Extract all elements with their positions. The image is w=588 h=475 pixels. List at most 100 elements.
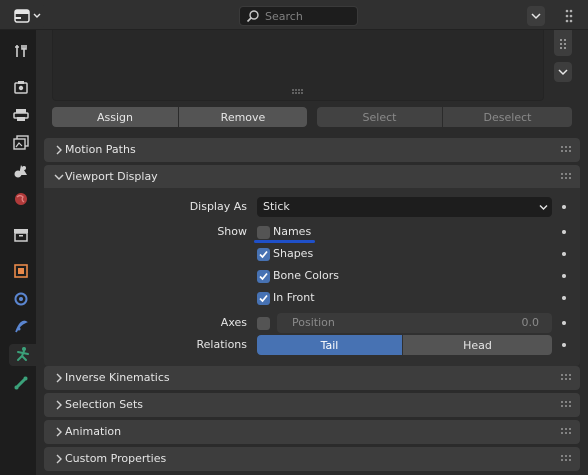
- render-icon: [14, 81, 28, 94]
- in-front-label: In Front: [273, 291, 315, 304]
- drag-handle-icon[interactable]: [560, 427, 574, 437]
- options-icon: [531, 13, 541, 20]
- show-label: Show: [217, 225, 247, 238]
- decorator-dot[interactable]: [562, 252, 566, 256]
- drag-grip-icon[interactable]: [562, 6, 576, 26]
- axes-position-label: Position: [292, 316, 335, 329]
- decorator-dot[interactable]: [562, 205, 566, 209]
- panel-title: Inverse Kinematics: [65, 371, 170, 384]
- tab-bone[interactable]: [8, 372, 34, 394]
- display-as-value: Stick: [263, 200, 290, 213]
- search-icon: [246, 10, 259, 23]
- editor-type-dropdown[interactable]: [8, 5, 46, 27]
- tab-tool[interactable]: [8, 40, 34, 62]
- list-side-controls[interactable]: [554, 30, 572, 56]
- view-layer-icon: [13, 135, 29, 150]
- object-data-armature-icon: [16, 347, 29, 361]
- remove-button[interactable]: Remove: [179, 107, 307, 127]
- checkmark-icon: [259, 250, 268, 259]
- property-tabs: [0, 30, 36, 475]
- search-placeholder: Search: [265, 10, 303, 23]
- drag-handle-icon[interactable]: [560, 373, 574, 383]
- annotation-underline: [254, 240, 315, 243]
- bone-icon: [14, 376, 28, 390]
- panel-title: Motion Paths: [65, 143, 136, 156]
- editor-type-icon: [14, 9, 30, 23]
- tool-icon: [15, 45, 27, 57]
- decorator-dot[interactable]: [562, 274, 566, 278]
- tab-collection[interactable]: [8, 224, 34, 246]
- shapes-checkbox[interactable]: [257, 248, 270, 261]
- panel-header-selection-sets[interactable]: Selection Sets: [44, 393, 580, 417]
- tab-particles[interactable]: [8, 316, 34, 338]
- panel-header-motion-paths[interactable]: Motion Paths: [44, 138, 580, 162]
- panel-header-inverse-kinematics[interactable]: Inverse Kinematics: [44, 366, 580, 390]
- tab-view-layer[interactable]: [8, 132, 34, 154]
- deselect-button[interactable]: Deselect: [443, 107, 572, 127]
- decorator-dot[interactable]: [562, 296, 566, 300]
- panel-header-animation[interactable]: Animation: [44, 420, 580, 444]
- relations-tail-button[interactable]: Tail: [257, 335, 402, 355]
- shapes-label: Shapes: [273, 247, 314, 260]
- chevron-down-icon: [558, 69, 568, 76]
- grip-icon: [560, 39, 566, 49]
- axes-checkbox[interactable]: [257, 317, 270, 330]
- properties-header: Search: [0, 0, 588, 30]
- decorator-dot[interactable]: [562, 321, 566, 325]
- names-checkbox[interactable]: [257, 226, 270, 239]
- panel-title: Selection Sets: [65, 398, 143, 411]
- tab-scene[interactable]: [8, 160, 34, 182]
- output-icon: [13, 109, 29, 121]
- bone-colors-label: Bone Colors: [273, 269, 339, 282]
- options-button[interactable]: [527, 6, 545, 26]
- panel-title: Custom Properties: [65, 452, 167, 465]
- list-resize-grip-icon[interactable]: [291, 88, 303, 94]
- modifier-icon: [14, 292, 28, 306]
- axes-position-value: 0.0: [521, 316, 540, 329]
- chevron-right-icon: [56, 427, 62, 437]
- panel-header-viewport-display[interactable]: Viewport Display: [44, 165, 580, 189]
- panel-title: Animation: [65, 425, 122, 438]
- collection-icon: [14, 229, 28, 242]
- display-as-label: Display As: [189, 200, 247, 213]
- drag-handle-icon[interactable]: [560, 454, 574, 464]
- chevron-down-icon: [33, 13, 41, 18]
- relations-label: Relations: [196, 338, 247, 351]
- decorator-dot[interactable]: [562, 230, 566, 234]
- panel-title: Viewport Display: [65, 170, 158, 183]
- tab-render[interactable]: [8, 76, 34, 98]
- tab-modifier[interactable]: [8, 288, 34, 310]
- checkmark-icon: [259, 294, 268, 303]
- chevron-down-icon: [54, 174, 64, 180]
- chevron-right-icon: [56, 454, 62, 464]
- select-button[interactable]: Select: [317, 107, 442, 127]
- drag-handle-icon[interactable]: [560, 172, 574, 182]
- scene-icon: [14, 165, 27, 178]
- names-label: Names: [273, 225, 312, 238]
- tab-output[interactable]: [8, 104, 34, 126]
- world-icon: [15, 193, 27, 205]
- tab-world[interactable]: [8, 188, 34, 210]
- drag-handle-icon[interactable]: [560, 400, 574, 410]
- bone-colors-checkbox[interactable]: [257, 270, 270, 283]
- display-as-dropdown[interactable]: Stick: [257, 197, 552, 217]
- search-field[interactable]: Search: [239, 6, 358, 26]
- chevron-right-icon: [56, 145, 62, 155]
- checkmark-icon: [259, 272, 268, 281]
- chevron-down-icon: [539, 205, 548, 210]
- tab-object-data-armature[interactable]: [9, 344, 36, 366]
- decorator-dot[interactable]: [562, 343, 566, 347]
- axes-position-field[interactable]: Position 0.0: [277, 313, 552, 333]
- axes-label: Axes: [220, 316, 247, 329]
- tab-object[interactable]: [8, 260, 34, 282]
- chevron-right-icon: [56, 400, 62, 410]
- assign-button[interactable]: Assign: [52, 107, 178, 127]
- relations-head-button[interactable]: Head: [403, 335, 552, 355]
- drag-handle-icon[interactable]: [560, 145, 574, 155]
- panel-header-custom-properties[interactable]: Custom Properties: [44, 447, 580, 471]
- list-specials-button[interactable]: [554, 62, 572, 82]
- in-front-checkbox[interactable]: [257, 292, 270, 305]
- particles-icon: [15, 320, 28, 333]
- chevron-right-icon: [56, 373, 62, 383]
- object-icon: [14, 264, 28, 278]
